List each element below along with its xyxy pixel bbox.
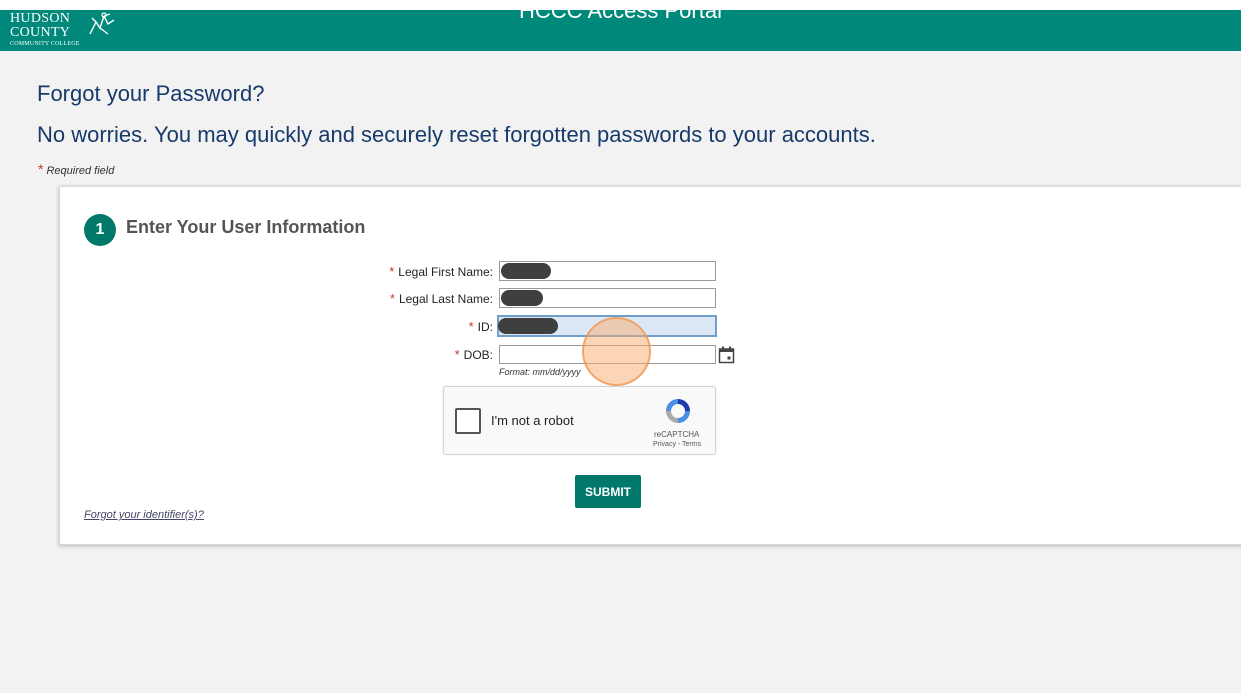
logo-line-3: COMMUNITY COLLEGE <box>10 41 80 47</box>
portal-title: HCCC Access Portal <box>519 0 722 23</box>
recaptcha-label: I'm not a robot <box>491 413 574 428</box>
forgot-identifier-link[interactable]: Forgot your identifier(s)? <box>84 509 204 521</box>
dob-label: * DOB: <box>454 347 493 362</box>
page-subtitle: No worries. You may quickly and securely… <box>37 122 876 147</box>
step-number-badge: 1 <box>84 214 116 246</box>
id-label: * ID: <box>468 319 493 334</box>
required-marker: * <box>454 347 460 362</box>
dob-format-hint: Format: mm/dd/yyyy <box>499 367 581 377</box>
recaptcha-links[interactable]: Privacy - Terms <box>653 441 701 448</box>
recaptcha-brand: reCAPTCHA <box>654 430 700 439</box>
last-name-label: * Legal Last Name: <box>389 291 493 306</box>
required-marker: * <box>389 264 395 279</box>
first-name-label: * Legal First Name: <box>389 264 493 279</box>
calendar-icon[interactable] <box>718 346 735 364</box>
recaptcha-logo-icon <box>666 399 690 423</box>
logo-line-2: COUNTY <box>10 25 71 40</box>
required-note-text: Required field <box>46 165 115 177</box>
redacted-value <box>501 263 551 279</box>
required-marker: * <box>389 291 395 306</box>
page-title: Forgot your Password? <box>37 81 265 106</box>
redacted-value <box>501 290 543 306</box>
user-info-card: 1 Enter Your User Information * Legal Fir… <box>59 186 1241 545</box>
recaptcha-checkbox[interactable] <box>455 408 481 434</box>
redacted-value <box>498 318 558 334</box>
required-field-note: * Required field <box>38 161 114 177</box>
submit-button[interactable]: SUBMIT <box>575 475 641 508</box>
required-marker: * <box>38 161 44 177</box>
site-header: HUDSON COUNTY COMMUNITY COLLEGE HCCC Acc… <box>0 0 1241 51</box>
click-indicator <box>582 317 651 386</box>
required-marker: * <box>468 319 474 334</box>
recaptcha-widget: I'm not a robot reCAPTCHA Privacy - Term… <box>443 386 716 455</box>
step-title: Enter Your User Information <box>126 217 366 237</box>
